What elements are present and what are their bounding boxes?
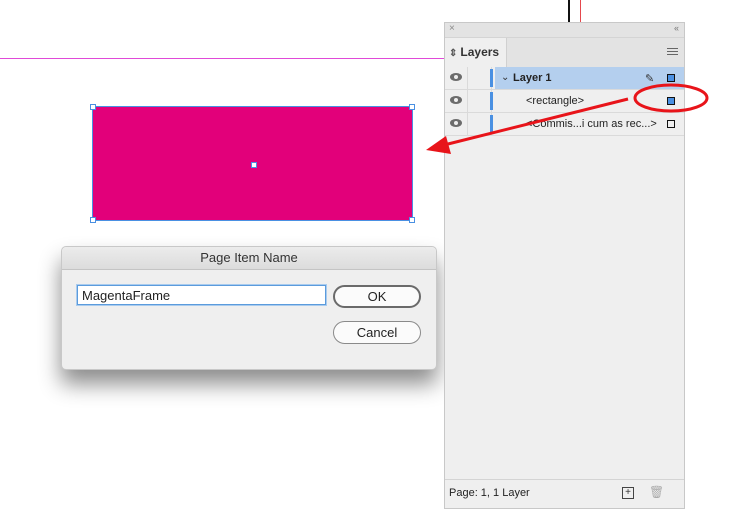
close-icon[interactable]: × bbox=[449, 23, 455, 34]
layer-color-bar bbox=[490, 69, 493, 87]
page-layer-status: Page: 1, 1 Layer bbox=[449, 487, 530, 499]
panel-menu-icon[interactable] bbox=[667, 48, 678, 57]
cancel-button[interactable]: Cancel bbox=[333, 321, 421, 344]
resize-handle-top-left[interactable] bbox=[90, 104, 96, 110]
ok-button[interactable]: OK bbox=[333, 285, 421, 308]
item-name: <Commis...i cum as rec...> bbox=[526, 118, 657, 130]
item-name-input[interactable] bbox=[77, 285, 326, 305]
tab-layers[interactable]: ⇕ Layers bbox=[445, 38, 507, 68]
resize-handle-bottom-left[interactable] bbox=[90, 217, 96, 223]
lock-toggle[interactable] bbox=[467, 113, 492, 135]
page-item-name-dialog: Page Item Name OK Cancel bbox=[61, 246, 437, 370]
layer-color-bar bbox=[490, 92, 493, 110]
layer-color-bar bbox=[490, 115, 493, 133]
resize-handle-bottom-right[interactable] bbox=[409, 217, 415, 223]
eye-icon[interactable] bbox=[450, 73, 462, 81]
selection-square-icon[interactable] bbox=[667, 120, 675, 128]
layers-list: ⌄ Layer 1 ✎ <rectangle> <Commis...i cum … bbox=[445, 67, 684, 136]
column-guide-red bbox=[580, 0, 581, 22]
margin-guide bbox=[0, 58, 444, 59]
pen-icon: ✎ bbox=[645, 73, 655, 85]
list-item[interactable]: <Commis...i cum as rec...> bbox=[445, 113, 684, 136]
trash-icon[interactable]: 🗑 bbox=[649, 485, 664, 499]
magenta-frame[interactable] bbox=[90, 104, 415, 223]
collapse-icon[interactable]: ‹‹ bbox=[674, 23, 679, 33]
chevron-down-icon[interactable]: ⌄ bbox=[501, 67, 509, 89]
tab-stepper-icon: ⇕ bbox=[449, 48, 458, 59]
dialog-title: Page Item Name bbox=[62, 247, 436, 270]
new-layer-icon[interactable]: + bbox=[622, 487, 634, 499]
center-point-handle[interactable] bbox=[251, 162, 257, 168]
tab-layers-label: Layers bbox=[460, 45, 500, 59]
eye-icon[interactable] bbox=[450, 119, 462, 127]
selection-square-icon[interactable] bbox=[667, 74, 675, 82]
panel-titlebar: × ‹‹ bbox=[445, 23, 684, 38]
selection-square-icon[interactable] bbox=[667, 97, 675, 105]
lock-toggle[interactable] bbox=[467, 90, 492, 112]
list-item[interactable]: <rectangle> bbox=[445, 90, 684, 113]
lock-toggle[interactable] bbox=[467, 67, 492, 89]
item-name: <rectangle> bbox=[526, 95, 585, 107]
eye-icon[interactable] bbox=[450, 96, 462, 104]
panel-footer: Page: 1, 1 Layer + 🗑 bbox=[445, 479, 684, 508]
column-guide-black bbox=[568, 0, 570, 22]
panel-tabbar: ⇕ Layers bbox=[445, 38, 684, 68]
layers-panel: × ‹‹ ⇕ Layers ⌄ Layer 1 ✎ <rectangle> <C… bbox=[444, 22, 685, 509]
layer-name: Layer 1 bbox=[513, 72, 552, 84]
resize-handle-top-right[interactable] bbox=[409, 104, 415, 110]
layer-row[interactable]: ⌄ Layer 1 ✎ bbox=[445, 67, 684, 90]
